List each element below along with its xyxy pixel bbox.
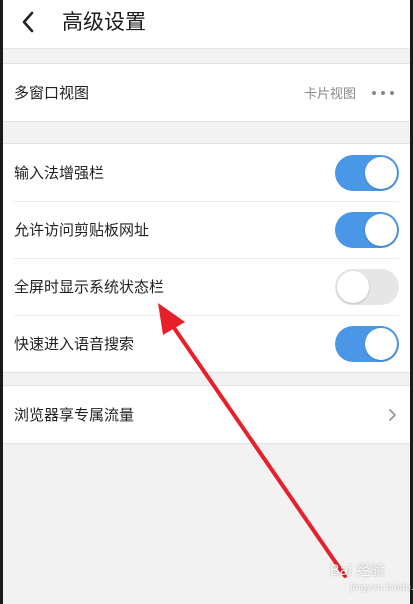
header-bar: 高级设置	[0, 0, 413, 49]
setting-label: 全屏时显示系统状态栏	[14, 278, 165, 296]
setting-label: 浏览器享专属流量	[14, 406, 135, 424]
page-title: 高级设置	[62, 10, 146, 34]
toggle-knob	[365, 156, 397, 189]
setting-row-input-enhance: 输入法增强栏	[0, 144, 413, 201]
toggle-fullscreen-statusbar[interactable]	[335, 268, 399, 305]
setting-row-voice-search: 快速进入语音搜索	[0, 315, 413, 372]
back-button[interactable]	[12, 6, 44, 38]
device-frame-left	[0, 0, 3, 604]
setting-value: 卡片视图	[303, 87, 356, 102]
section-multiwindow: 多窗口视图 卡片视图	[0, 63, 413, 122]
chevron-right-icon	[385, 408, 399, 422]
section-toggles: 输入法增强栏 允许访问剪贴板网址 全屏时显示系统状态栏 快速进入语音搜索	[0, 143, 413, 373]
toggle-clipboard-url[interactable]	[335, 211, 399, 248]
toggle-knob	[365, 213, 397, 246]
settings-screen: 高级设置 多窗口视图 卡片视图 输入法增强栏 允许访问剪贴板网址 全屏时显示系统…	[0, 0, 413, 604]
more-dots-icon[interactable]	[372, 88, 394, 98]
watermark-text: Bai 经验	[330, 563, 385, 579]
chevron-left-icon	[22, 11, 34, 33]
toggle-knob	[365, 327, 397, 360]
setting-row-clipboard-url: 允许访问剪贴板网址	[0, 201, 413, 258]
setting-label: 多窗口视图	[14, 84, 90, 102]
setting-label: 输入法增强栏	[14, 164, 105, 182]
setting-row-fullscreen-statusbar: 全屏时显示系统状态栏	[0, 258, 413, 315]
toggle-input-enhance[interactable]	[335, 154, 399, 191]
setting-row-multiwindow[interactable]: 多窗口视图 卡片视图	[0, 64, 413, 121]
watermark-url: jingyan.baidu.com	[350, 583, 413, 593]
setting-label: 快速进入语音搜索	[14, 335, 135, 353]
setting-row-dedicated-traffic[interactable]: 浏览器享专属流量	[0, 386, 413, 443]
setting-label: 允许访问剪贴板网址	[14, 221, 150, 239]
toggle-knob	[337, 270, 369, 303]
toggle-voice-search[interactable]	[335, 325, 399, 362]
section-traffic: 浏览器享专属流量	[0, 385, 413, 444]
